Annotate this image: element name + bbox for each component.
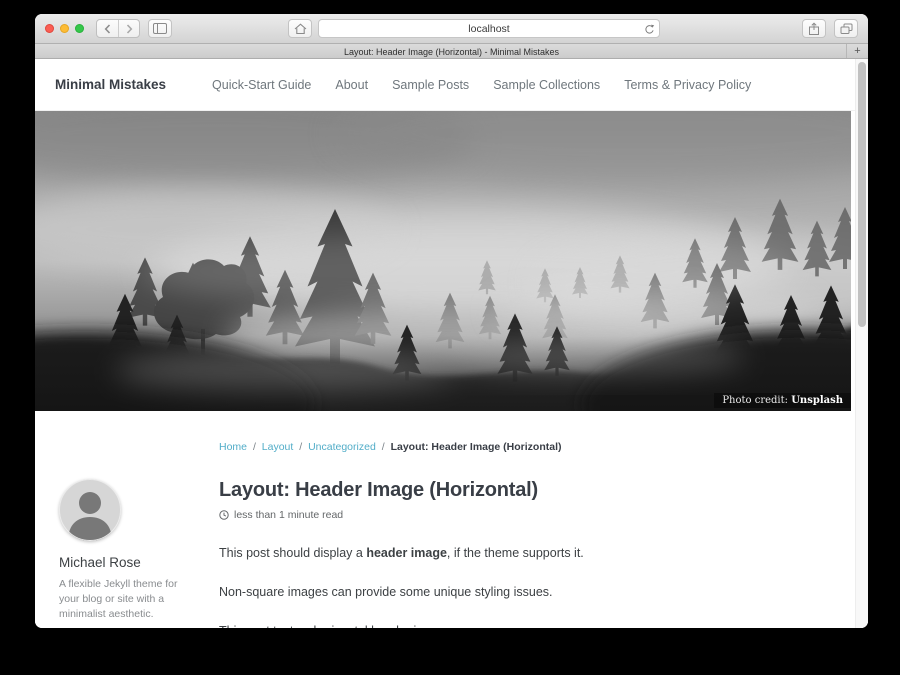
reload-button[interactable] [644, 23, 655, 38]
paragraph-1-text: , if the theme supports it. [447, 546, 584, 560]
address-bar[interactable]: localhost [318, 19, 660, 38]
close-window-button[interactable] [45, 24, 54, 33]
article: Layout: Header Image (Horizontal) less t… [219, 479, 819, 628]
sidebar-toggle-button[interactable] [148, 19, 172, 38]
reload-icon [644, 24, 655, 35]
home-icon [294, 23, 307, 35]
breadcrumb-current: Layout: Header Image (Horizontal) [391, 441, 562, 453]
fullscreen-window-button[interactable] [75, 24, 84, 33]
nav-link-sample-collections[interactable]: Sample Collections [493, 78, 600, 92]
page-viewport: Minimal Mistakes Quick-Start Guide About… [35, 59, 868, 628]
chevron-left-icon [104, 24, 112, 34]
breadcrumb-separator: / [253, 441, 256, 453]
page-content: Michael Rose A flexible Jekyll theme for… [35, 479, 868, 628]
share-button[interactable] [802, 19, 826, 38]
forward-button[interactable] [118, 20, 139, 37]
sidebar-icon [153, 23, 167, 34]
window-controls [45, 24, 84, 33]
breadcrumb-separator: / [299, 441, 302, 453]
paragraph-3: This post tests a horizontal header imag… [219, 622, 819, 629]
breadcrumb-separator: / [382, 441, 385, 453]
clock-icon [219, 510, 229, 520]
article-meta: less than 1 minute read [219, 509, 819, 521]
photo-credit-link[interactable]: Unsplash [791, 395, 843, 406]
home-button[interactable] [288, 19, 312, 38]
chevron-right-icon [125, 24, 133, 34]
browser-window: localhost Layout: Header Image (Horizont… [35, 14, 868, 628]
address-url[interactable]: localhost [468, 23, 509, 35]
site-nav: Quick-Start Guide About Sample Posts Sam… [212, 78, 751, 92]
active-tab[interactable]: Layout: Header Image (Horizontal) - Mini… [35, 42, 868, 60]
header-image: Photo credit: Unsplash [35, 111, 851, 411]
avatar [59, 479, 121, 541]
foggy-forest-photo [35, 111, 851, 411]
show-all-tabs-button[interactable] [834, 19, 858, 38]
read-time: less than 1 minute read [234, 509, 343, 521]
scrollbar-track[interactable] [855, 59, 868, 628]
back-button[interactable] [97, 20, 118, 37]
author-name: Michael Rose [59, 555, 195, 570]
photo-credit: Photo credit: Unsplash [714, 393, 851, 408]
paragraph-1-text: This post should display a [219, 546, 366, 560]
nav-link-terms-privacy[interactable]: Terms & Privacy Policy [624, 78, 751, 92]
nav-link-quick-start-guide[interactable]: Quick-Start Guide [212, 78, 311, 92]
paragraph-2: Non-square images can provide some uniqu… [219, 583, 819, 602]
tabs-overview-icon [840, 23, 853, 35]
photo-credit-label: Photo credit: [722, 395, 791, 406]
paragraph-1: This post should display a header image,… [219, 544, 819, 563]
history-nav-group [96, 19, 140, 38]
paragraph-1-bold: header image [366, 546, 447, 560]
nav-link-about[interactable]: About [335, 78, 368, 92]
author-bio: A flexible Jekyll theme for your blog or… [59, 577, 179, 623]
page-title: Layout: Header Image (Horizontal) [219, 479, 819, 502]
tab-bar: Layout: Header Image (Horizontal) - Mini… [35, 44, 868, 59]
author-sidebar: Michael Rose A flexible Jekyll theme for… [59, 479, 195, 628]
breadcrumb-link-home[interactable]: Home [219, 441, 247, 453]
tab-title: Layout: Header Image (Horizontal) - Mini… [344, 47, 559, 57]
scrollbar-thumb[interactable] [858, 62, 866, 327]
new-tab-button[interactable]: + [846, 44, 868, 58]
minimize-window-button[interactable] [60, 24, 69, 33]
site-title-link[interactable]: Minimal Mistakes [55, 77, 166, 92]
breadcrumb-link-layout[interactable]: Layout [262, 441, 294, 453]
breadcrumb: Home / Layout / Uncategorized / Layout: … [219, 441, 868, 453]
browser-toolbar: localhost [35, 14, 868, 44]
share-icon [808, 22, 820, 36]
nav-link-sample-posts[interactable]: Sample Posts [392, 78, 469, 92]
masthead: Minimal Mistakes Quick-Start Guide About… [35, 59, 868, 111]
breadcrumb-link-uncategorized[interactable]: Uncategorized [308, 441, 376, 453]
